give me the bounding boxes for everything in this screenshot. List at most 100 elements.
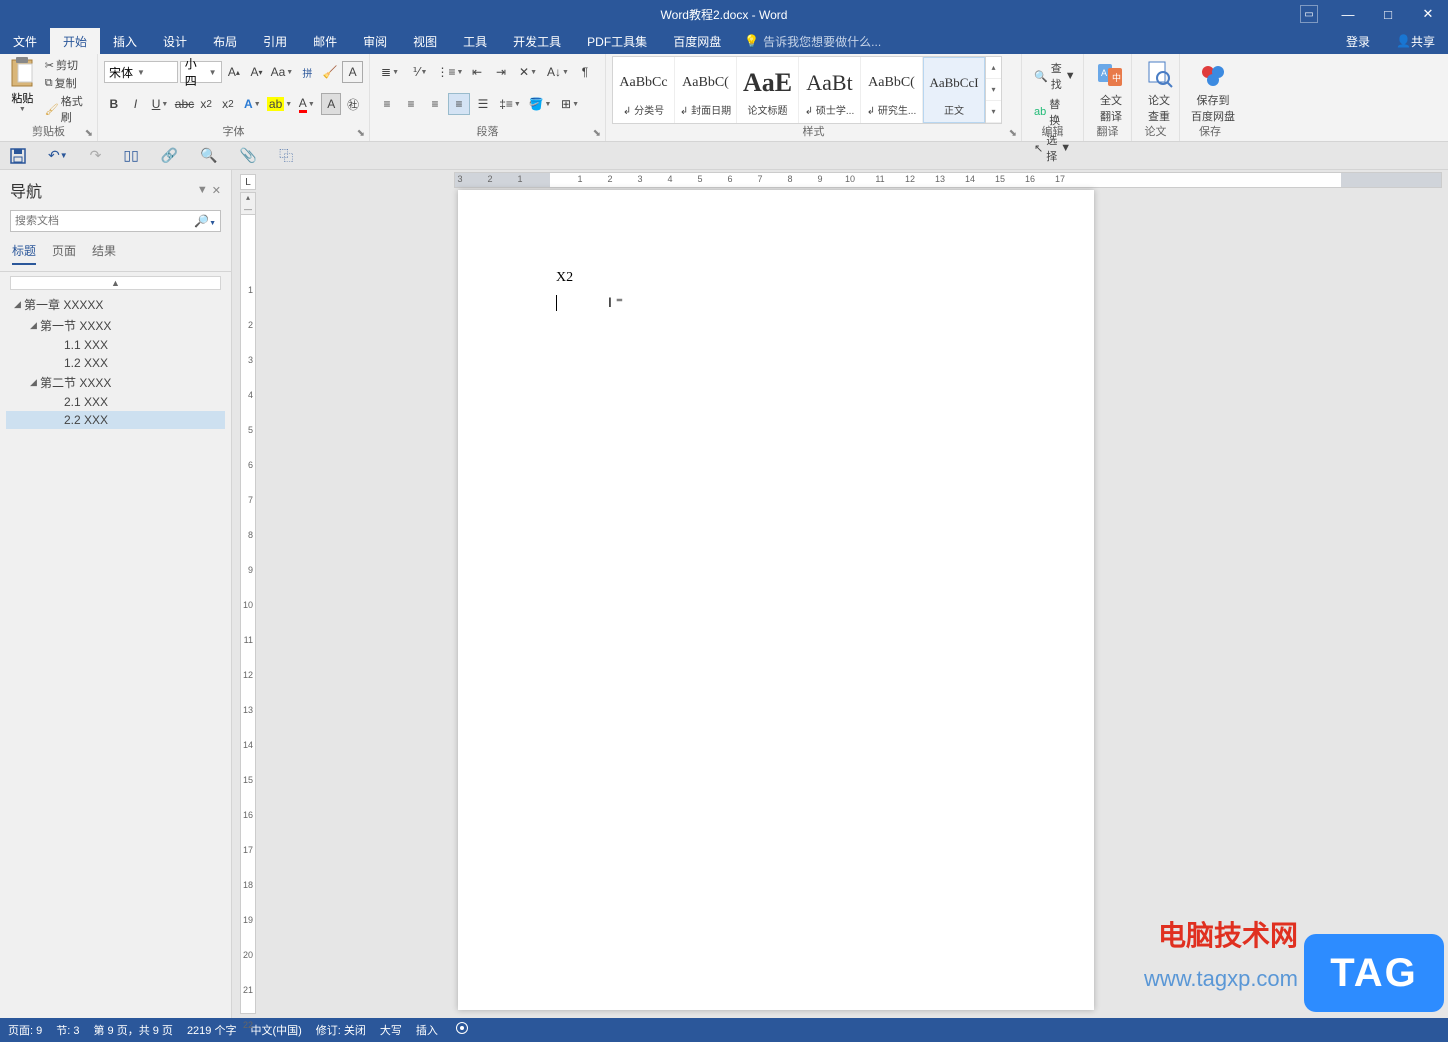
nav-expand-bar[interactable]: ▲: [10, 276, 221, 290]
distributed-button[interactable]: ☰: [472, 93, 494, 115]
qat-button-1[interactable]: ▯▯: [123, 147, 138, 164]
cut-button[interactable]: ✂剪切: [43, 56, 91, 74]
style-more[interactable]: ▾: [986, 101, 1001, 123]
nav-dropdown-icon[interactable]: ▼: [197, 184, 208, 197]
nav-search-input[interactable]: [15, 215, 194, 227]
macro-record-icon[interactable]: [456, 1022, 468, 1034]
status-caps[interactable]: 大写: [380, 1022, 402, 1038]
paste-button[interactable]: 粘贴 ▼: [6, 56, 39, 124]
tab-layout[interactable]: 布局: [200, 28, 250, 54]
font-size-combo[interactable]: 小四▼: [180, 61, 222, 83]
status-language[interactable]: 中文(中国): [250, 1022, 301, 1038]
nav-tree-item[interactable]: 1.1 XXX: [6, 336, 225, 354]
tab-design[interactable]: 设计: [150, 28, 200, 54]
tell-me-search[interactable]: 💡告诉我您想要做什么...: [744, 28, 881, 54]
clipboard-launcher[interactable]: ⬊: [85, 128, 93, 139]
share-button[interactable]: 👤 共享: [1383, 28, 1448, 54]
shrink-font-button[interactable]: A▾: [246, 61, 267, 83]
strikethrough-button[interactable]: abc: [175, 93, 195, 115]
asian-layout-button[interactable]: ✕▼: [514, 61, 542, 83]
font-launcher[interactable]: ⬊: [357, 128, 365, 139]
tab-baidu[interactable]: 百度网盘: [660, 28, 734, 54]
style-item[interactable]: AaBbC(↲ 封面日期: [675, 57, 737, 123]
numbering-button[interactable]: ⅟▼: [406, 61, 434, 83]
phonetic-guide-button[interactable]: 拼: [297, 61, 318, 83]
nav-close-icon[interactable]: ✕: [212, 184, 221, 197]
redo-button[interactable]: ↷: [90, 147, 102, 164]
tab-mailings[interactable]: 邮件: [300, 28, 350, 54]
save-button[interactable]: [10, 148, 26, 164]
style-up[interactable]: ▴: [986, 57, 1001, 79]
qat-button-3[interactable]: 📎: [240, 147, 257, 164]
status-words[interactable]: 2219 个字: [187, 1022, 237, 1038]
style-item[interactable]: AaBbCcI正文: [923, 57, 985, 123]
tab-references[interactable]: 引用: [250, 28, 300, 54]
multilevel-button[interactable]: ⋮≡▼: [436, 61, 464, 83]
status-page[interactable]: 页面: 9: [8, 1022, 42, 1038]
nav-tree-item[interactable]: ◢第二节 XXXX: [6, 372, 225, 393]
nav-tab-headings[interactable]: 标题: [12, 242, 36, 265]
font-color-button[interactable]: A▼: [294, 93, 319, 115]
bold-button[interactable]: B: [104, 93, 124, 115]
grow-font-button[interactable]: A▴: [224, 61, 245, 83]
tab-developer[interactable]: 开发工具: [500, 28, 574, 54]
line-spacing-button[interactable]: ‡≡▼: [496, 93, 524, 115]
tab-insert[interactable]: 插入: [100, 28, 150, 54]
nav-tree-item[interactable]: 2.1 XXX: [6, 393, 225, 411]
superscript-button[interactable]: x2: [218, 93, 238, 115]
change-case-button[interactable]: Aa▼: [269, 61, 295, 83]
search-icon[interactable]: 🔎▼: [194, 214, 216, 228]
find-button[interactable]: 🔍查找▼: [1032, 58, 1073, 94]
vertical-ruler[interactable]: 12345678910111213141516171819202122: [240, 214, 256, 1014]
text-effects-button[interactable]: A▼: [240, 93, 265, 115]
nav-tab-results[interactable]: 结果: [92, 242, 116, 265]
enclose-chars-button[interactable]: ㊓: [343, 93, 363, 115]
align-left-button[interactable]: ≡: [376, 93, 398, 115]
underline-button[interactable]: U▼: [147, 93, 172, 115]
style-item[interactable]: AaBbC(↲ 研究生...: [861, 57, 923, 123]
copy-button[interactable]: ⧉复制: [43, 74, 91, 92]
ribbon-options-icon[interactable]: ▭: [1300, 5, 1318, 23]
status-section[interactable]: 节: 3: [56, 1022, 79, 1038]
char-border-button[interactable]: A: [342, 61, 363, 83]
document-page[interactable]: X2 I ⁼: [458, 190, 1094, 1010]
borders-button[interactable]: ⊞▼: [556, 93, 584, 115]
status-pages[interactable]: 第 9 页，共 9 页: [93, 1022, 172, 1038]
style-down[interactable]: ▾: [986, 79, 1001, 101]
style-item[interactable]: AaE论文标题: [737, 57, 799, 123]
char-shading-button[interactable]: A: [321, 93, 341, 115]
tab-home[interactable]: 开始: [50, 28, 100, 54]
style-item[interactable]: AaBbCc↲ 分类号: [613, 57, 675, 123]
tab-pdf[interactable]: PDF工具集: [574, 28, 660, 54]
shading-button[interactable]: 🪣▼: [526, 93, 554, 115]
close-button[interactable]: ✕: [1408, 0, 1448, 28]
nav-tree-item[interactable]: ◢第一章 XXXXX: [6, 294, 225, 315]
nav-tree-item[interactable]: 1.2 XXX: [6, 354, 225, 372]
show-marks-button[interactable]: ¶: [574, 61, 596, 83]
font-name-combo[interactable]: 宋体▼: [104, 61, 178, 83]
save-baidu-button[interactable]: 保存到 百度网盘: [1186, 56, 1240, 124]
tab-tools[interactable]: 工具: [450, 28, 500, 54]
nav-tree-item[interactable]: ◢第一节 XXXX: [6, 315, 225, 336]
status-insert[interactable]: 插入: [416, 1022, 438, 1038]
format-painter-button[interactable]: 🖌格式刷: [43, 92, 91, 126]
maximize-button[interactable]: □: [1368, 0, 1408, 28]
tab-file[interactable]: 文件: [0, 28, 50, 54]
align-center-button[interactable]: ≡: [400, 93, 422, 115]
minimize-button[interactable]: —: [1328, 0, 1368, 28]
tab-view[interactable]: 视图: [400, 28, 450, 54]
print-preview-button[interactable]: 🔍: [200, 147, 217, 164]
italic-button[interactable]: I: [126, 93, 146, 115]
bullets-button[interactable]: ≣▼: [376, 61, 404, 83]
highlight-button[interactable]: ab▼: [267, 93, 292, 115]
qat-button-4[interactable]: ⿻: [279, 146, 293, 166]
tab-review[interactable]: 审阅: [350, 28, 400, 54]
align-right-button[interactable]: ≡: [424, 93, 446, 115]
decrease-indent-button[interactable]: ⇤: [466, 61, 488, 83]
nav-tree-item[interactable]: 2.2 XXX: [6, 411, 225, 429]
status-track[interactable]: 修订: 关闭: [316, 1022, 366, 1038]
login-button[interactable]: 登录: [1333, 28, 1383, 54]
clear-formatting-button[interactable]: 🧹: [320, 61, 341, 83]
horizontal-ruler[interactable]: 3211234567891011121314151617: [454, 172, 1442, 188]
nav-tab-pages[interactable]: 页面: [52, 242, 76, 265]
